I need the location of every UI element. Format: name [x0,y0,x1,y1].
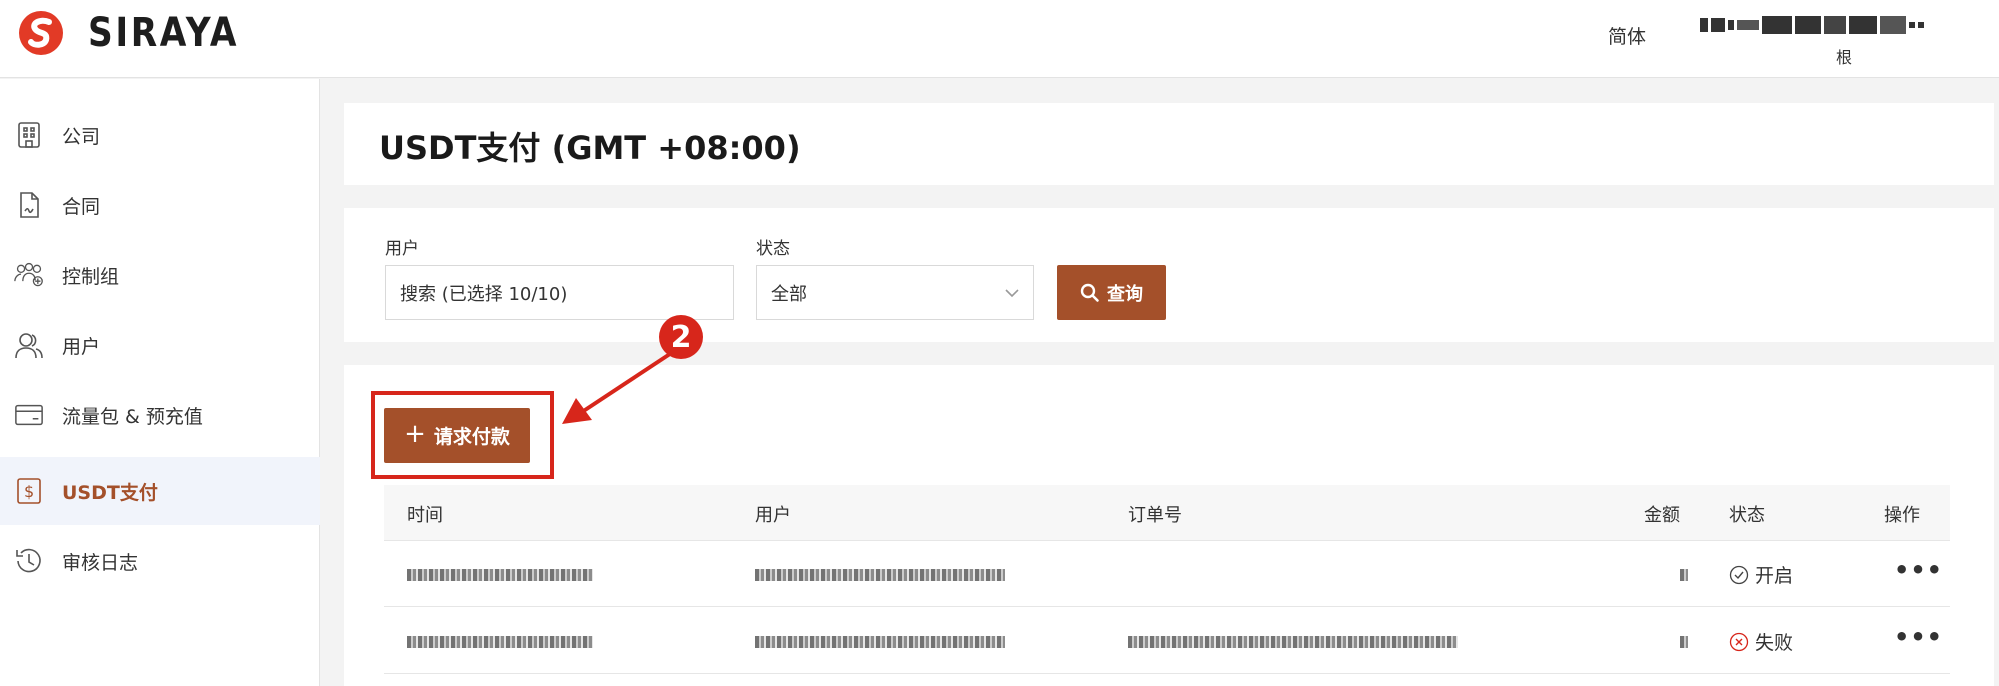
svg-text:$: $ [24,482,34,501]
card-icon [14,400,44,430]
redacted-amount [1680,569,1688,581]
more-actions-icon[interactable]: ••• [1894,623,1943,651]
request-payment-button[interactable]: + 请求付款 [384,408,530,463]
sidebar-item-label: 流量包 & 预充值 [62,405,203,428]
user-role: 根 [1836,48,1853,67]
status-cell: 开启 [1729,561,1793,588]
building-icon [14,120,44,150]
top-bar: SIRAYA 简体 根 [0,0,1999,78]
payments-panel: 2 + 请求付款 时间 用户 订单号 金额 状态 操作 开启 ••• 失败 ••… [344,315,1994,686]
redacted-user [755,636,1005,648]
dollar-icon: $ [14,476,44,506]
plus-icon: + [404,419,426,449]
user-filter-value: 搜索 (已选择 10/10) [400,283,568,305]
contract-icon [14,190,44,220]
check-circle-icon [1729,565,1749,584]
sidebar-item-label: 控制组 [62,265,120,288]
user-filter-label: 用户 [385,239,419,259]
sidebar-item-label: 审核日志 [62,551,139,574]
status-text: 开启 [1755,565,1794,587]
sidebar-item-label: USDT支付 [62,481,158,504]
sidebar-item-label: 合同 [62,195,101,218]
sidebar-item-traffic-package[interactable]: 流量包 & 预充值 [0,381,320,449]
group-icon [14,260,44,290]
status-cell: 失败 [1729,628,1793,655]
sidebar-item-audit-log[interactable]: 审核日志 [0,527,320,595]
sidebar: 公司 合同 控制组 用户 流量包 & 预充值 $ USDT支付 审核日志 [0,79,320,686]
page-title: USDT支付 (GMT +08:00) [379,129,801,167]
error-circle-icon [1729,632,1749,651]
table-row[interactable]: 失败 ••• [384,608,1950,674]
user-filter-input[interactable]: 搜索 (已选择 10/10) [385,265,734,320]
sidebar-item-users[interactable]: 用户 [0,311,320,379]
language-switcher[interactable]: 简体 [1608,22,1646,49]
page-header: USDT支付 (GMT +08:00) [344,103,1994,185]
chevron-down-icon [1005,289,1019,298]
redacted-time [407,636,593,648]
search-icon [1080,283,1099,302]
redacted-time [407,569,593,581]
sidebar-item-company[interactable]: 公司 [0,101,320,169]
column-header-actions: 操作 [1884,505,1920,526]
redacted-order-number [1128,636,1458,648]
request-payment-label: 请求付款 [433,426,510,448]
logo[interactable]: SIRAYA [18,10,264,56]
sidebar-item-label: 公司 [62,125,101,148]
column-header-time: 时间 [407,505,443,526]
column-header-amount: 金额 [1644,505,1680,526]
user-name-redacted [1700,10,1970,40]
sidebar-item-label: 用户 [62,335,101,358]
more-actions-icon[interactable]: ••• [1894,556,1943,584]
sidebar-item-contract[interactable]: 合同 [0,171,320,239]
history-icon [14,546,44,576]
status-filter-label: 状态 [756,239,790,259]
query-button[interactable]: 查询 [1057,265,1166,320]
status-filter-select[interactable]: 全部 [756,265,1034,320]
column-header-order: 订单号 [1128,505,1182,526]
redacted-user [755,569,1005,581]
siraya-logo-icon [19,11,63,55]
status-text: 失败 [1755,632,1794,654]
query-button-label: 查询 [1107,283,1143,305]
user-icon [14,330,44,360]
filter-panel: 用户 搜索 (已选择 10/10) 状态 全部 查询 [344,208,1994,342]
step-badge: 2 [659,315,703,359]
brand-name: SIRAYA [88,10,240,56]
column-header-status: 状态 [1729,505,1765,526]
column-header-user: 用户 [755,505,791,526]
sidebar-item-usdt-payment[interactable]: $ USDT支付 [0,457,320,525]
user-menu[interactable]: 根 [1700,8,1980,68]
redacted-amount [1680,636,1688,648]
table-header: 时间 用户 订单号 金额 状态 操作 [384,485,1950,541]
table-row[interactable]: 开启 ••• [384,541,1950,607]
sidebar-item-control-group[interactable]: 控制组 [0,241,320,309]
status-filter-value: 全部 [771,283,807,305]
